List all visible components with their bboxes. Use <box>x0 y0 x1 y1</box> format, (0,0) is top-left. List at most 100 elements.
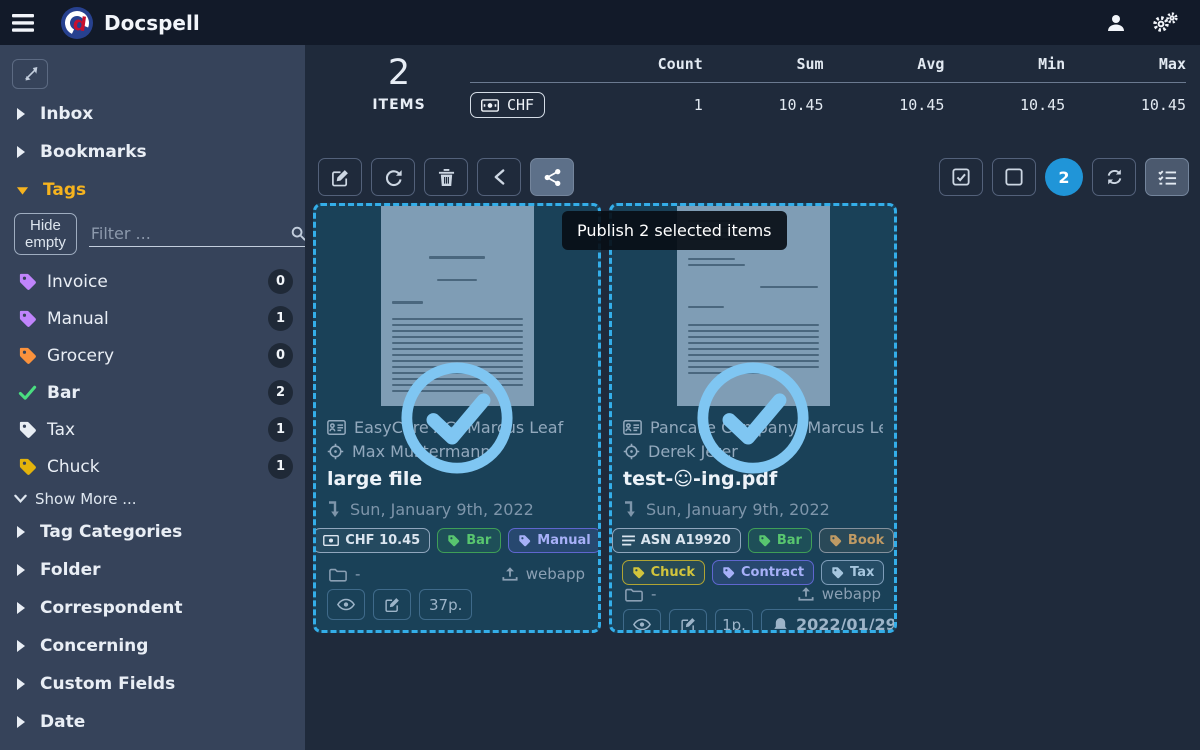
delete-selected-button[interactable] <box>424 158 468 196</box>
user-icon[interactable] <box>1106 13 1126 33</box>
caret-right-icon <box>16 715 26 729</box>
selected-count-badge[interactable]: 2 <box>1045 158 1083 196</box>
arrow-turn-down-icon <box>327 500 341 518</box>
tag-icon <box>447 534 460 547</box>
tag-name: Manual <box>47 309 109 329</box>
edit-selected-button[interactable] <box>318 158 362 196</box>
tag-badge-book[interactable]: Book <box>819 528 894 553</box>
source-value: webapp <box>526 565 585 583</box>
item-card-list: EasyCare AG, Marcus Leaf Max Mustermann … <box>313 203 897 633</box>
caret-right-icon <box>16 639 26 653</box>
view-mode-button[interactable] <box>1145 158 1189 196</box>
edit-item-button[interactable] <box>669 609 707 633</box>
tag-name: Chuck <box>47 457 100 477</box>
tag-badge-chuck[interactable]: Chuck <box>622 560 705 585</box>
badge-label: CHF 10.45 <box>345 533 420 548</box>
tag-row-invoice[interactable]: Invoice 0 <box>0 263 305 300</box>
item-title: large file <box>327 468 587 490</box>
page-count-badge: 37p. <box>419 589 472 620</box>
deselect-all-button[interactable] <box>992 158 1036 196</box>
tag-row-grocery[interactable]: Grocery 0 <box>0 337 305 374</box>
eye-icon <box>337 598 355 611</box>
sidebar: Inbox Bookmarks Tags Hide empty Invoice … <box>0 45 305 750</box>
tag-icon <box>18 309 37 328</box>
sidebar-item-label: Tag Categories <box>40 522 182 542</box>
tag-row-tax[interactable]: Tax 1 <box>0 411 305 448</box>
chevron-down-icon <box>14 494 27 504</box>
item-date-text: Sun, January 9th, 2022 <box>646 500 830 519</box>
edit-item-button[interactable] <box>373 589 411 620</box>
card-info: Pancake Company, Marcus Leaf Derek Jeter… <box>612 406 894 609</box>
tag-badge-bar[interactable]: Bar <box>437 528 501 553</box>
stats-data-row: CHF 1 10.45 10.45 10.45 10.45 <box>470 83 1186 118</box>
expand-sidebar-button[interactable] <box>12 59 48 89</box>
sidebar-item-correspondent[interactable]: Correspondent <box>0 589 305 627</box>
currency-chip: CHF <box>470 92 545 118</box>
sidebar-item-due-date[interactable]: Due Date <box>0 741 305 750</box>
stats-col-sum: Sum <box>703 55 824 73</box>
correspondent-line: EasyCare AG, Marcus Leaf <box>327 415 587 439</box>
sidebar-item-concerning[interactable]: Concerning <box>0 627 305 665</box>
invert-selection-button[interactable] <box>1092 158 1136 196</box>
sidebar-item-bookmarks[interactable]: Bookmarks <box>0 133 305 171</box>
address-card-icon <box>327 420 346 435</box>
settings-gears-icon[interactable] <box>1152 12 1178 34</box>
tag-count-badge: 0 <box>268 343 293 368</box>
folder-value: - <box>355 565 360 583</box>
sidebar-item-tag-categories[interactable]: Tag Categories <box>0 513 305 551</box>
sidebar-item-folder[interactable]: Folder <box>0 551 305 589</box>
caret-down-icon <box>16 185 29 196</box>
tag-row-bar-selected[interactable]: Bar 2 <box>0 374 305 411</box>
sidebar-item-tags[interactable]: Tags <box>0 171 305 209</box>
restore-button[interactable] <box>371 158 415 196</box>
sidebar-item-label: Concerning <box>40 636 148 656</box>
tag-icon <box>18 457 37 476</box>
document-preview <box>316 206 598 406</box>
concerning-text: Derek Jeter <box>648 442 738 461</box>
preview-button[interactable] <box>327 589 365 620</box>
show-more-link[interactable]: Show More ... <box>0 485 305 513</box>
sidebar-item-date[interactable]: Date <box>0 703 305 741</box>
publish-selected-button[interactable] <box>530 158 574 196</box>
tag-icon <box>831 566 844 579</box>
sidebar-item-label: Date <box>40 712 85 732</box>
tag-name: Invoice <box>47 272 108 292</box>
card-info: EasyCare AG, Marcus Leaf Max Mustermann … <box>316 406 598 589</box>
tag-icon <box>518 534 531 547</box>
correspondent-line: Pancake Company, Marcus Leaf <box>623 415 883 439</box>
crosshair-icon <box>623 443 640 460</box>
show-more-label: Show More ... <box>35 490 137 508</box>
amount-badge[interactable]: CHF 10.45 <box>313 528 430 553</box>
select-all-button[interactable] <box>939 158 983 196</box>
docspell-logo-icon[interactable]: d <box>60 6 94 40</box>
tag-badge-tax[interactable]: Tax <box>821 560 884 585</box>
tag-badge-manual[interactable]: Manual <box>508 528 600 553</box>
item-card-large-file[interactable]: EasyCare AG, Marcus Leaf Max Mustermann … <box>313 203 601 633</box>
item-card-test-ing-pdf[interactable]: Pancake Company, Marcus Leaf Derek Jeter… <box>609 203 897 633</box>
item-title: test-☺-ing.pdf <box>623 468 883 490</box>
hide-empty-button[interactable]: Hide empty <box>14 213 77 255</box>
tag-badge-bar[interactable]: Bar <box>748 528 812 553</box>
angle-left-icon <box>493 168 506 186</box>
bars-icon <box>622 535 635 546</box>
address-card-icon <box>623 420 642 435</box>
sidebar-item-inbox[interactable]: Inbox <box>0 95 305 133</box>
menu-icon[interactable] <box>0 14 46 32</box>
stats-col-max: Max <box>1065 55 1186 73</box>
stats-col-avg: Avg <box>824 55 945 73</box>
sidebar-item-custom-fields[interactable]: Custom Fields <box>0 665 305 703</box>
preview-button[interactable] <box>623 609 661 633</box>
tag-name: Tax <box>47 420 75 440</box>
tag-row-chuck[interactable]: Chuck 1 <box>0 448 305 485</box>
tag-icon <box>758 534 771 547</box>
tag-badge-contract[interactable]: Contract <box>712 560 814 585</box>
tag-filter-input[interactable] <box>91 224 291 243</box>
asn-badge[interactable]: ASN A19920 <box>612 528 741 553</box>
caret-right-icon <box>16 525 26 539</box>
item-date-line: Sun, January 9th, 2022 <box>327 497 587 521</box>
tag-row-manual[interactable]: Manual 1 <box>0 300 305 337</box>
square-icon <box>1005 168 1023 186</box>
merge-items-button[interactable] <box>477 158 521 196</box>
currency-label: CHF <box>507 96 534 114</box>
due-date-text: 2022/01/29 <box>796 615 897 633</box>
